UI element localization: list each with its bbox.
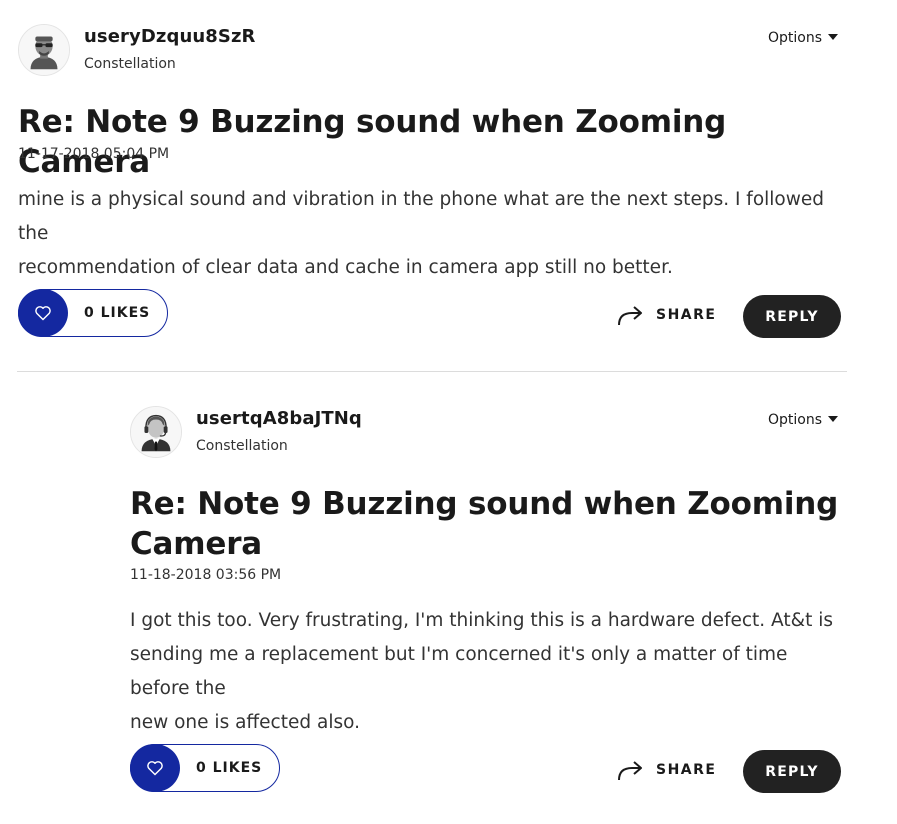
options-label: Options — [767, 30, 822, 46]
heart-icon — [147, 760, 163, 775]
share-label: SHARE — [656, 307, 717, 323]
post-1: useryDzquu8SzR Constellation Options Re:… — [18, 0, 848, 372]
share-label: SHARE — [656, 762, 717, 778]
post-body-line: recommendation of clear data and cache i… — [18, 257, 673, 278]
avatar[interactable] — [130, 406, 182, 458]
reply-button[interactable]: REPLY — [743, 295, 841, 338]
post-title-line: Re: Note 9 Buzzing sound when Zooming — [130, 486, 839, 522]
username[interactable]: useryDzquu8SzR — [84, 26, 256, 47]
divider — [17, 371, 847, 372]
caret-down-icon — [828, 416, 838, 422]
post-2: usertqA8baJTNq Constellation Options Re:… — [130, 382, 848, 822]
likes-count[interactable]: 0 LIKES — [196, 760, 262, 776]
post-body-line: sending me a replacement but I'm concern… — [130, 644, 788, 699]
user-rank: Constellation — [196, 438, 288, 454]
options-label: Options — [767, 412, 822, 428]
post-body: I got this too. Very frustrating, I'm th… — [130, 604, 848, 740]
sunglasses-avatar-icon — [19, 25, 69, 75]
headset-avatar-icon — [131, 407, 181, 457]
share-button[interactable]: SHARE — [616, 303, 716, 327]
post-body: mine is a physical sound and vibration i… — [18, 183, 848, 285]
options-menu[interactable]: Options — [768, 412, 838, 428]
like-button[interactable] — [18, 288, 68, 337]
avatar[interactable] — [18, 24, 70, 76]
post-title: Re: Note 9 Buzzing sound when Zooming Ca… — [18, 104, 727, 180]
post-body-line: I got this too. Very frustrating, I'm th… — [130, 610, 833, 631]
post-date: 11-17-2018 05:04 PM — [18, 146, 170, 162]
caret-down-icon — [828, 34, 838, 40]
heart-icon — [35, 305, 51, 320]
post-body-line: new one is affected also. — [130, 712, 360, 733]
user-rank: Constellation — [84, 56, 176, 72]
share-button[interactable]: SHARE — [616, 758, 716, 782]
post-body-line: mine is a physical sound and vibration i… — [18, 189, 824, 244]
share-arrow-icon — [618, 306, 642, 326]
reply-button[interactable]: REPLY — [743, 750, 841, 793]
likes-count[interactable]: 0 LIKES — [84, 305, 150, 321]
like-button[interactable] — [130, 743, 180, 792]
post-title-line: Camera — [130, 526, 263, 562]
likes-widget: 0 LIKES — [130, 743, 280, 792]
share-arrow-icon — [618, 761, 642, 781]
options-menu[interactable]: Options — [768, 30, 838, 46]
post-title: Re: Note 9 Buzzing sound when Zooming Ca… — [130, 484, 838, 564]
likes-widget: 0 LIKES — [18, 288, 168, 337]
username[interactable]: usertqA8baJTNq — [196, 408, 362, 429]
post-date: 11-18-2018 03:56 PM — [130, 567, 282, 583]
